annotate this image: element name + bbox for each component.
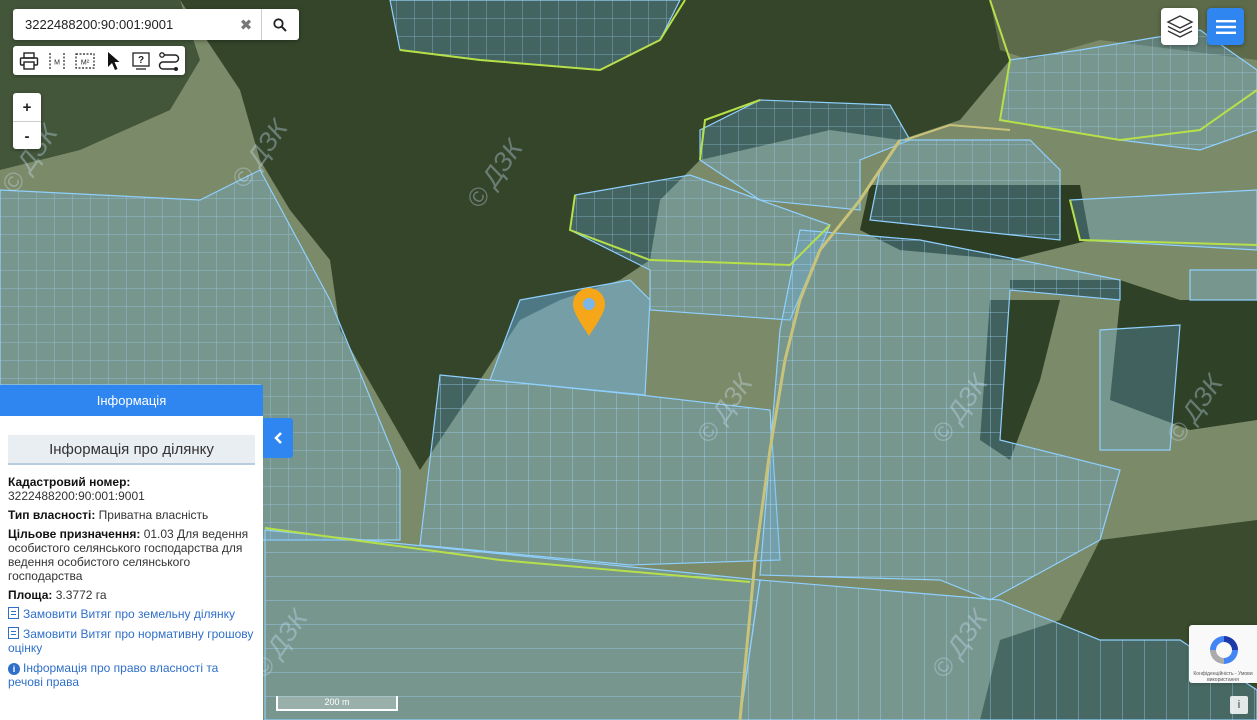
measure-distance-icon: M <box>49 52 65 69</box>
parcel-details: Кадастровий номер: 3222488200:90:001:9001… <box>0 465 263 689</box>
document-icon <box>8 627 19 639</box>
measure-area-icon: M² <box>75 52 95 69</box>
pointer-icon <box>108 51 120 70</box>
help-icon: ? <box>132 51 150 70</box>
document-icon <box>8 607 19 619</box>
ownership-rights-info-link[interactable]: i Інформація про право власності та речов… <box>8 661 255 689</box>
measure-area-button[interactable]: M² <box>71 46 99 75</box>
zoom-in-button[interactable]: + <box>13 93 41 122</box>
map-toolbar: M M² ? <box>13 46 185 75</box>
recaptcha-privacy-terms[interactable]: Конфіденційність - Умови використання <box>1189 671 1257 683</box>
measure-distance-button[interactable]: M <box>43 46 71 75</box>
clear-search-button[interactable]: ✖ <box>232 9 261 40</box>
cadastral-number-label: Кадастровий номер: <box>8 475 131 489</box>
select-pointer-button[interactable] <box>99 46 127 75</box>
close-icon: ✖ <box>239 16 253 34</box>
hamburger-menu-icon <box>1215 19 1236 34</box>
print-button[interactable] <box>15 46 43 75</box>
intended-purpose: Цільове призначення: 01.03 Для ведення о… <box>8 527 255 583</box>
info-icon: i <box>8 663 20 675</box>
order-valuation-extract-link[interactable]: Замовити Витяг про нормативну грошову оц… <box>8 627 255 655</box>
zoom-control: + - <box>13 93 41 149</box>
parcel-info-title: Інформація про ділянку <box>8 435 255 465</box>
info-panel: Інформація Інформація про ділянку Кадаст… <box>0 385 263 720</box>
ownership-type-value: Приватна власність <box>98 508 209 522</box>
svg-text:?: ? <box>138 55 144 66</box>
route-button[interactable] <box>155 46 183 75</box>
print-icon <box>19 51 39 70</box>
parcel-area-label: Площа: <box>8 588 53 602</box>
ownership-rights-info-label: Інформація про право власності та речові… <box>8 661 219 689</box>
layers-icon <box>1165 14 1194 38</box>
recaptcha-icon <box>1210 636 1238 664</box>
svg-text:M: M <box>54 59 60 66</box>
intended-purpose-label: Цільове призначення: <box>8 527 141 541</box>
chevron-left-icon <box>274 432 282 444</box>
info-panel-header: Інформація <box>0 385 263 416</box>
scale-bar: 200 m <box>276 696 398 711</box>
ownership-type-label: Тип власності: <box>8 508 96 522</box>
layers-button[interactable] <box>1161 8 1198 45</box>
search-box: ✖ <box>13 9 299 40</box>
ownership-type: Тип власності: Приватна власність <box>8 508 255 522</box>
route-icon <box>158 51 180 71</box>
zoom-out-button[interactable]: - <box>13 122 41 150</box>
search-input[interactable] <box>13 10 232 39</box>
order-valuation-extract-label: Замовити Витяг про нормативну грошову оц… <box>8 627 254 655</box>
search-icon <box>273 17 287 32</box>
help-button[interactable]: ? <box>127 46 155 75</box>
collapse-panel-button[interactable] <box>263 418 293 458</box>
recaptcha-badge[interactable]: Конфіденційність - Умови використання <box>1189 625 1257 683</box>
parcel-area: Площа: 3.3772 га <box>8 588 255 602</box>
order-land-extract-label: Замовити Витяг про земельну ділянку <box>23 607 236 621</box>
order-land-extract-link[interactable]: Замовити Витяг про земельну ділянку <box>8 607 255 621</box>
menu-button[interactable] <box>1207 8 1244 45</box>
cadastral-number-value: 3222488200:90:001:9001 <box>8 489 145 503</box>
cadastral-number: Кадастровий номер: 3222488200:90:001:9001 <box>8 475 255 503</box>
attribution-button[interactable]: i <box>1230 696 1248 714</box>
search-button[interactable] <box>260 9 299 40</box>
svg-text:M²: M² <box>81 59 90 66</box>
parcel-area-value: 3.3772 га <box>55 588 107 602</box>
